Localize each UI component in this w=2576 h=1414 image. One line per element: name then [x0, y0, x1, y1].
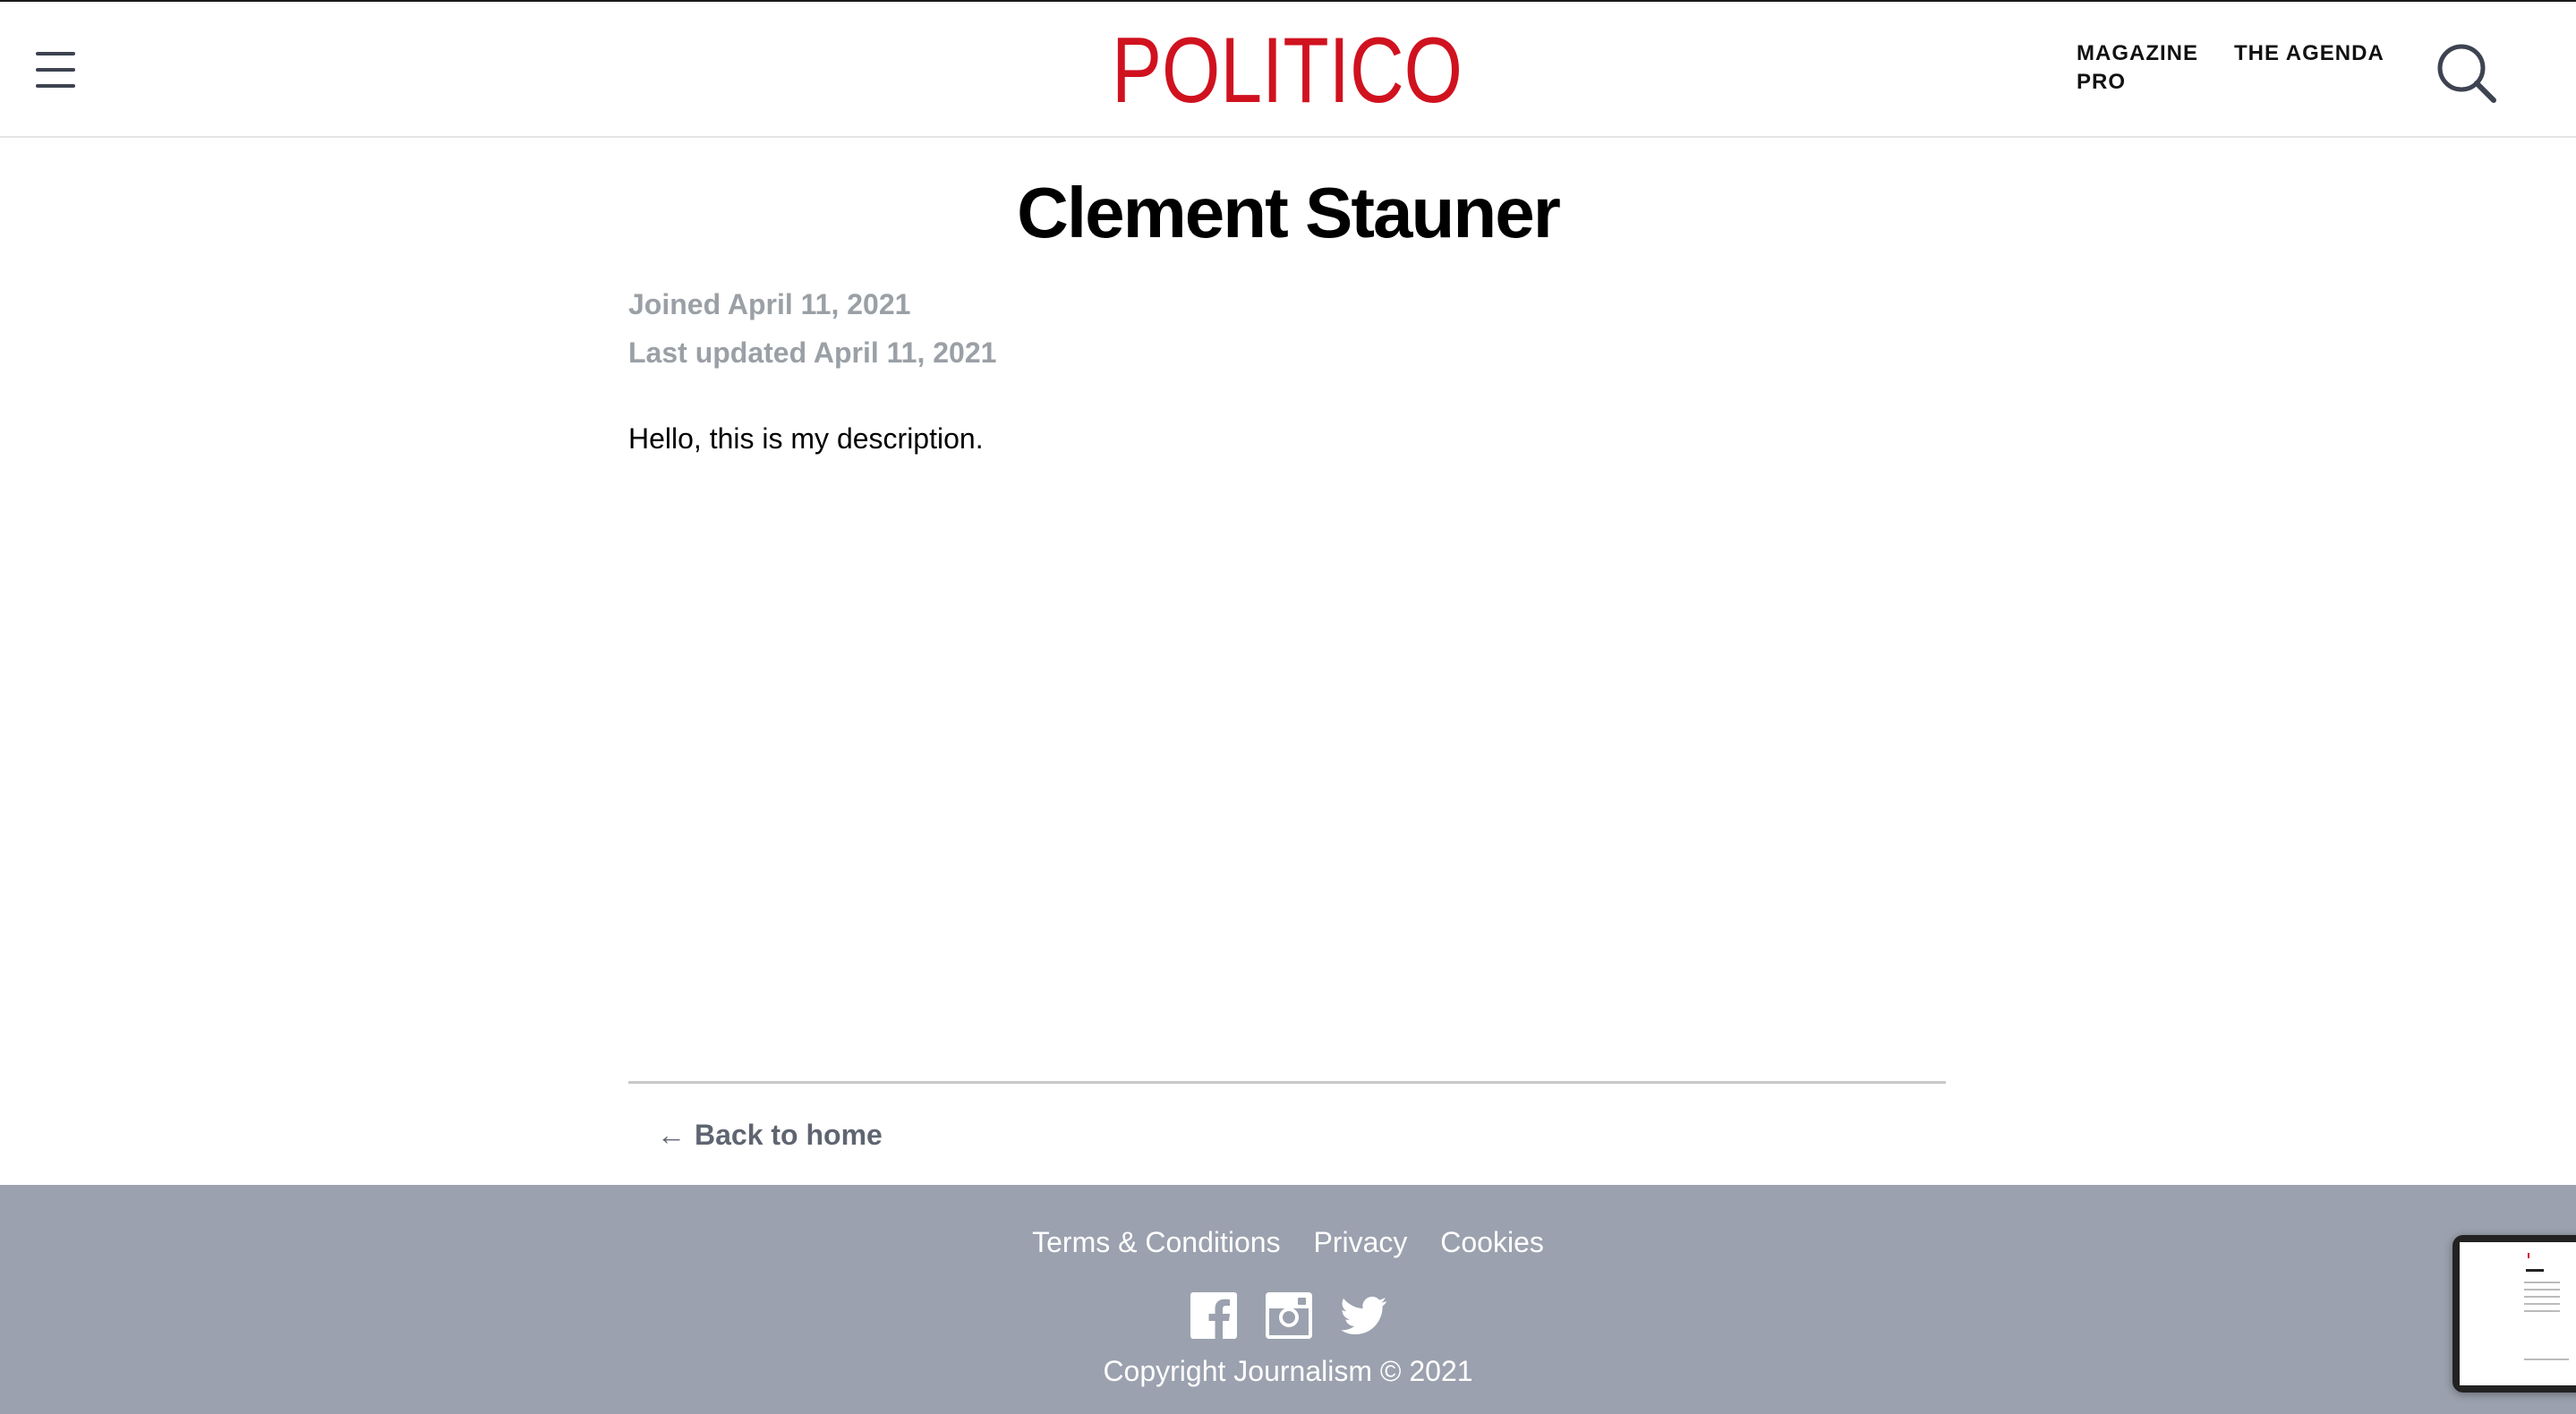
- footer-links: Terms & Conditions Privacy Cookies: [0, 1224, 2576, 1260]
- search-icon[interactable]: [2435, 41, 2499, 106]
- twitter-icon[interactable]: [1341, 1292, 1387, 1339]
- profile-name: Clement Stauner: [1017, 173, 1561, 252]
- hamburger-menu-icon[interactable]: [36, 52, 75, 88]
- footer-link-privacy[interactable]: Privacy: [1313, 1226, 1407, 1258]
- nav-the-agenda[interactable]: THE AGENDA: [2234, 39, 2384, 68]
- back-to-home-link[interactable]: ← Back to home: [657, 1117, 883, 1153]
- politico-logo[interactable]: POLITICO: [1110, 27, 1464, 113]
- site-footer: Terms & Conditions Privacy Cookies Copyr…: [0, 1185, 2576, 1414]
- facebook-icon[interactable]: [1190, 1292, 1237, 1339]
- last-updated-date: Last updated April 11, 2021: [628, 336, 997, 369]
- copyright-text: Copyright Journalism © 2021: [1103, 1355, 1473, 1387]
- logo-text: POLITICO: [1112, 27, 1463, 113]
- instagram-icon[interactable]: [1266, 1292, 1312, 1339]
- arrow-left-icon: ←: [657, 1119, 686, 1151]
- nav-magazine[interactable]: MAGAZINE: [2077, 39, 2198, 68]
- footer-link-terms[interactable]: Terms & Conditions: [1032, 1226, 1280, 1258]
- profile-description: Hello, this is my description.: [628, 422, 984, 455]
- social-icons: [1190, 1292, 1387, 1339]
- site-header: POLITICO MAGAZINE PRO THE AGENDA: [0, 2, 2576, 138]
- joined-date: Joined April 11, 2021: [628, 288, 911, 320]
- content-divider: [628, 1081, 1946, 1084]
- nav-pro[interactable]: PRO: [2077, 68, 2126, 97]
- back-to-home-label: Back to home: [695, 1119, 883, 1151]
- screenshot-thumbnail-preview[interactable]: [2452, 1235, 2576, 1393]
- thumbnail-screen: [2460, 1242, 2576, 1385]
- footer-link-cookies[interactable]: Cookies: [1440, 1226, 1544, 1258]
